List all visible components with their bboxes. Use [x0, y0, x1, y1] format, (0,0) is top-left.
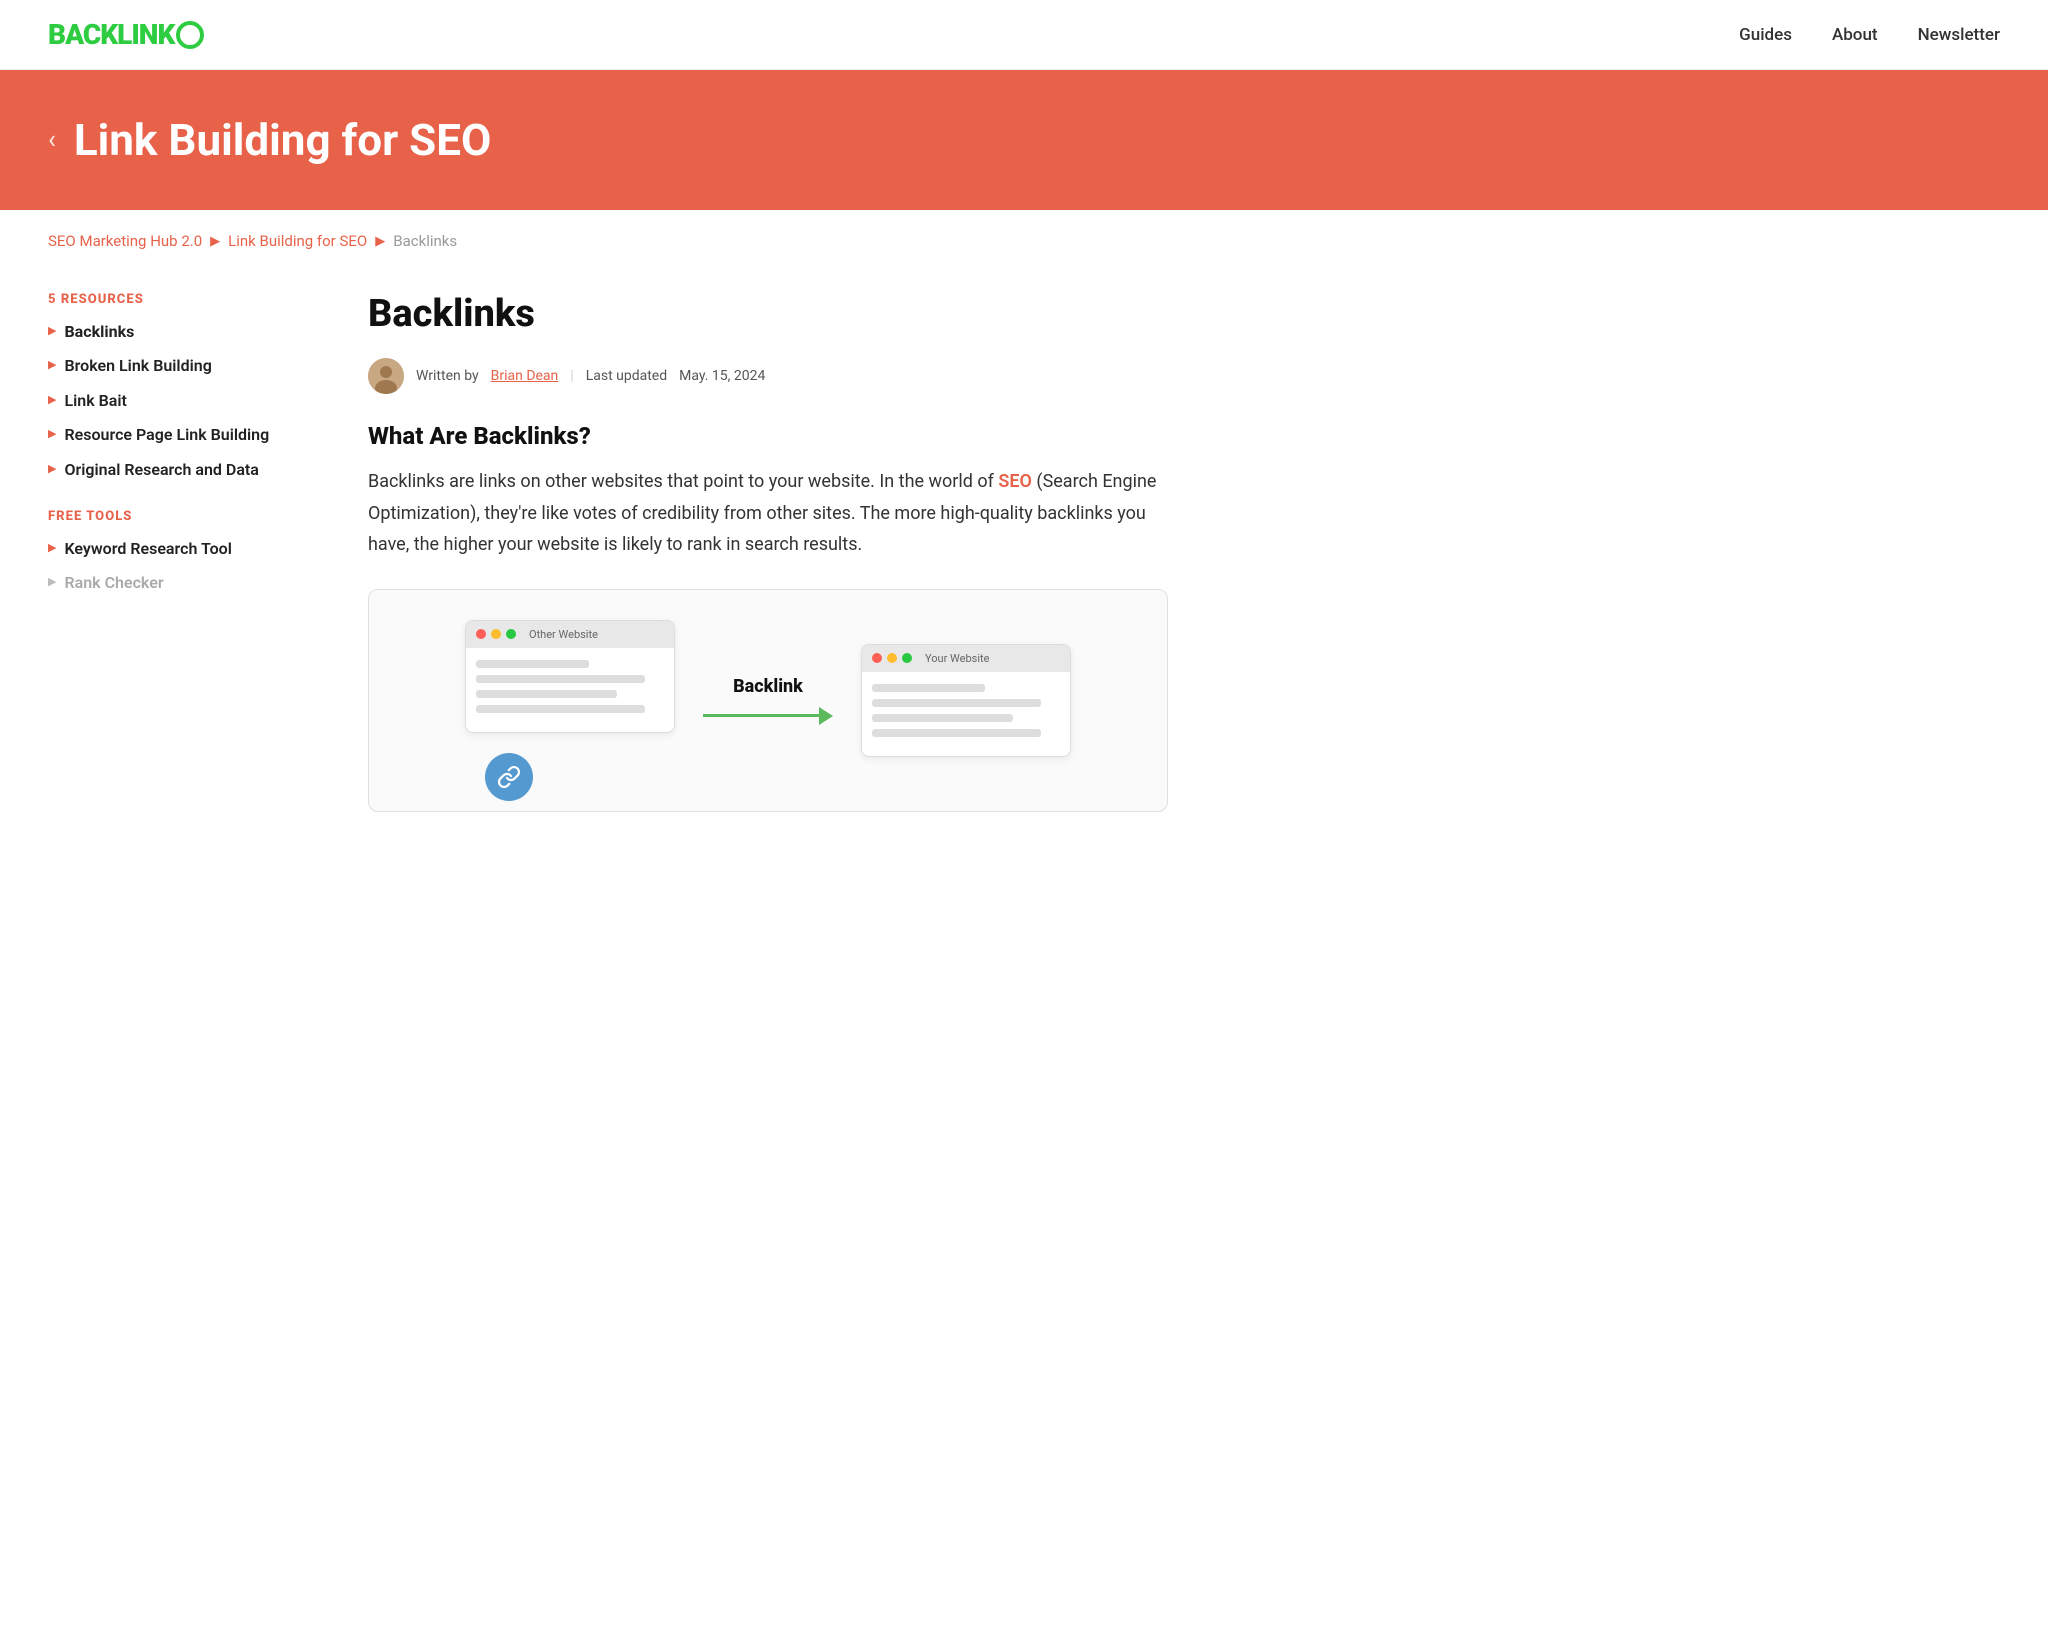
line-4 — [476, 705, 645, 713]
nav-newsletter[interactable]: Newsletter — [1918, 25, 2000, 45]
breadcrumb-sep-2: ▶ — [375, 234, 385, 249]
line-r1 — [872, 684, 985, 692]
line-r4 — [872, 729, 1041, 737]
arrow-icon-rank: ▶ — [48, 575, 56, 588]
sidebar-label-keyword: Keyword Research Tool — [64, 538, 231, 560]
arrow-icon-backlinks: ▶ — [48, 324, 56, 337]
hero-title: Link Building for SEO — [74, 114, 492, 166]
other-browser-bar: Other Website — [466, 621, 674, 648]
other-website-label: Other Website — [529, 628, 598, 641]
breadcrumb-item-hub[interactable]: SEO Marketing Hub 2.0 — [48, 232, 202, 250]
backlink-diagram: Other Website — [368, 589, 1168, 812]
hero-banner: ‹ Link Building for SEO — [0, 70, 2048, 210]
line-1 — [476, 660, 589, 668]
nav-guides[interactable]: Guides — [1739, 25, 1792, 45]
logo-text: BACKLINK — [48, 18, 174, 51]
sidebar-item-backlinks[interactable]: ▶ Backlinks — [48, 321, 328, 343]
dot-yellow-right — [887, 653, 897, 663]
arrow-icon-keyword: ▶ — [48, 541, 56, 554]
sidebar-item-keyword-tool[interactable]: ▶ Keyword Research Tool — [48, 538, 328, 560]
arrow-icon-broken: ▶ — [48, 358, 56, 371]
dot-green-right — [902, 653, 912, 663]
arrow-icon-resource: ▶ — [48, 427, 56, 440]
site-header: BACKLINK Guides About Newsletter — [0, 0, 2048, 70]
sidebar-item-rank-checker[interactable]: ▶ Rank Checker — [48, 572, 328, 594]
section-heading-what: What Are Backlinks? — [368, 422, 1168, 450]
line-r2 — [872, 699, 1041, 707]
arrow-label: Backlink — [733, 676, 803, 697]
author-prefix: Written by — [416, 368, 479, 384]
main-nav: Guides About Newsletter — [1739, 25, 2000, 45]
last-updated-date: May. 15, 2024 — [679, 368, 765, 384]
arrow-shaft — [703, 714, 819, 717]
your-website-browser: Your Website — [861, 644, 1071, 757]
avatar-svg — [368, 358, 404, 394]
main-content: 5 RESOURCES ▶ Backlinks ▶ Broken Link Bu… — [0, 272, 1240, 852]
sidebar-label-backlinks: Backlinks — [64, 321, 134, 343]
sidebar-tools-heading: FREE TOOLS — [48, 509, 328, 524]
breadcrumb-item-link-building[interactable]: Link Building for SEO — [228, 232, 367, 250]
dot-yellow-left — [491, 629, 501, 639]
sidebar-item-resource-page[interactable]: ▶ Resource Page Link Building — [48, 424, 328, 446]
sidebar-label-rank: Rank Checker — [64, 572, 163, 594]
sidebar-item-original-research[interactable]: ▶ Original Research and Data — [48, 459, 328, 481]
sidebar-resources-heading: 5 RESOURCES — [48, 292, 328, 307]
dot-red-left — [476, 629, 486, 639]
breadcrumb-sep-1: ▶ — [210, 234, 220, 249]
article-title: Backlinks — [368, 292, 1168, 336]
left-browser-wrapper: Other Website — [465, 620, 675, 781]
line-r3 — [872, 714, 1013, 722]
last-updated-prefix: Last updated — [586, 368, 667, 384]
your-browser-bar: Your Website — [862, 645, 1070, 672]
breadcrumb-current: Backlinks — [393, 232, 457, 250]
body-paragraph: Backlinks are links on other websites th… — [368, 466, 1168, 561]
author-avatar — [368, 358, 404, 394]
article-content: Backlinks Written by Brian Dean | Last u… — [368, 292, 1168, 812]
line-2 — [476, 675, 645, 683]
arrow-line — [703, 707, 833, 725]
logo-circle — [176, 21, 204, 49]
author-name-link[interactable]: Brian Dean — [491, 368, 559, 384]
seo-link[interactable]: SEO — [998, 471, 1032, 492]
your-browser-body — [862, 672, 1070, 756]
dot-green-left — [506, 629, 516, 639]
link-icon-svg — [497, 765, 521, 789]
author-meta: Written by Brian Dean | Last updated May… — [368, 358, 1168, 394]
other-website-browser: Other Website — [465, 620, 675, 733]
arrow-icon-bait: ▶ — [48, 393, 56, 406]
your-website-label: Your Website — [925, 652, 989, 665]
sidebar-label-bait: Link Bait — [64, 390, 126, 412]
arrow-icon-research: ▶ — [48, 462, 56, 475]
arrow-head — [819, 707, 833, 725]
sidebar-label-resource: Resource Page Link Building — [64, 424, 269, 446]
link-icon-circle — [485, 753, 533, 801]
line-3 — [476, 690, 617, 698]
breadcrumb: SEO Marketing Hub 2.0 ▶ Link Building fo… — [0, 210, 2048, 272]
sidebar-resources-section: 5 RESOURCES ▶ Backlinks ▶ Broken Link Bu… — [48, 292, 328, 481]
sidebar: 5 RESOURCES ▶ Backlinks ▶ Broken Link Bu… — [48, 292, 328, 812]
sidebar-item-link-bait[interactable]: ▶ Link Bait — [48, 390, 328, 412]
author-divider: | — [570, 368, 573, 384]
other-browser-body — [466, 648, 674, 732]
sidebar-label-research: Original Research and Data — [64, 459, 258, 481]
arrow-area: Backlink — [703, 676, 833, 725]
sidebar-tools-section: FREE TOOLS ▶ Keyword Research Tool ▶ Ran… — [48, 509, 328, 595]
site-logo[interactable]: BACKLINK — [48, 18, 204, 51]
back-icon[interactable]: ‹ — [48, 125, 56, 155]
nav-about[interactable]: About — [1832, 25, 1878, 45]
sidebar-item-broken-link[interactable]: ▶ Broken Link Building — [48, 355, 328, 377]
sidebar-label-broken: Broken Link Building — [64, 355, 211, 377]
dot-red-right — [872, 653, 882, 663]
